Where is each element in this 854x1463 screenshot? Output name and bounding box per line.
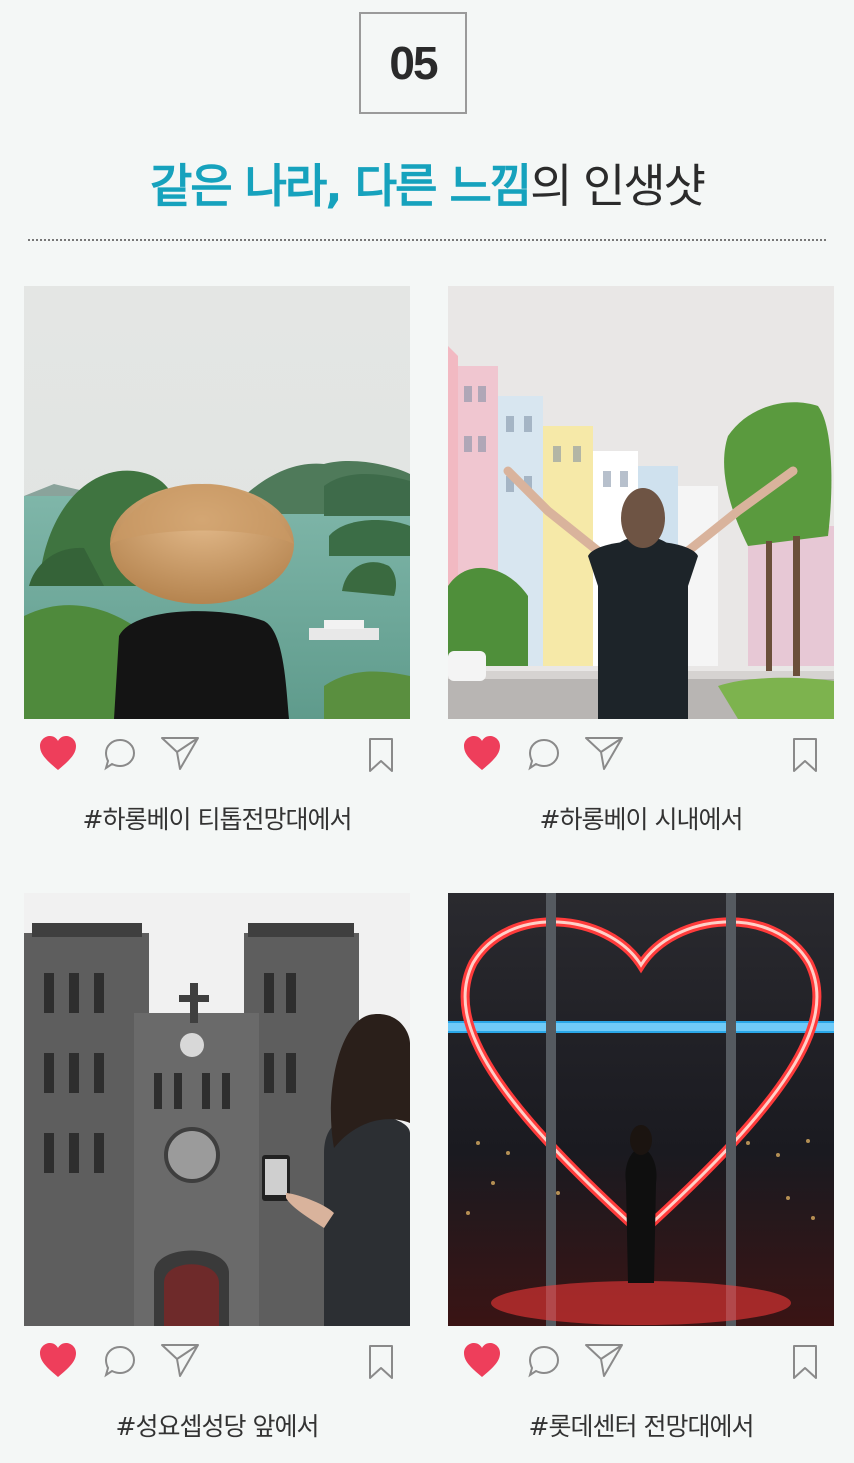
- comment-icon[interactable]: [527, 737, 561, 775]
- st-joseph-cathedral-photo: [24, 893, 410, 1326]
- post-actions: [24, 734, 410, 778]
- heart-icon[interactable]: [462, 734, 502, 778]
- share-icon[interactable]: [160, 735, 200, 775]
- post-photo[interactable]: [24, 286, 410, 719]
- lotte-center-neon-heart-photo: [448, 893, 834, 1326]
- halong-city-street-photo: [448, 286, 834, 719]
- post-photo[interactable]: [448, 893, 834, 1326]
- comment-icon[interactable]: [527, 1344, 561, 1382]
- share-icon[interactable]: [584, 1342, 624, 1382]
- heart-icon[interactable]: [38, 734, 78, 778]
- comment-icon[interactable]: [103, 737, 137, 775]
- post-caption: #하롱베이 티톱전망대에서: [82, 805, 353, 834]
- headline-accent: 같은 나라, 다른 느낌: [150, 159, 532, 213]
- section-number-badge: 05: [359, 12, 467, 114]
- halong-bay-photo: [24, 286, 410, 719]
- post-actions: [448, 1341, 834, 1385]
- post-caption: #롯데센터 전망대에서: [528, 1412, 755, 1441]
- share-icon[interactable]: [160, 1342, 200, 1382]
- post-caption: #하롱베이 시내에서: [539, 805, 744, 834]
- post-photo[interactable]: [24, 893, 410, 1326]
- heart-icon[interactable]: [38, 1341, 78, 1385]
- post-actions: [448, 734, 834, 778]
- headline-rest: 의 인생샷: [530, 159, 706, 213]
- bookmark-icon[interactable]: [792, 1344, 818, 1384]
- section-headline: 같은 나라, 다른 느낌의 인생샷: [0, 150, 854, 216]
- bookmark-icon[interactable]: [792, 737, 818, 777]
- heart-icon[interactable]: [462, 1341, 502, 1385]
- post-photo[interactable]: [448, 286, 834, 719]
- dotted-divider: [28, 239, 826, 241]
- bookmark-icon[interactable]: [368, 1344, 394, 1384]
- comment-icon[interactable]: [103, 1344, 137, 1382]
- post-actions: [24, 1341, 410, 1385]
- bookmark-icon[interactable]: [368, 737, 394, 777]
- post-caption: #성요셉성당 앞에서: [115, 1412, 320, 1441]
- share-icon[interactable]: [584, 735, 624, 775]
